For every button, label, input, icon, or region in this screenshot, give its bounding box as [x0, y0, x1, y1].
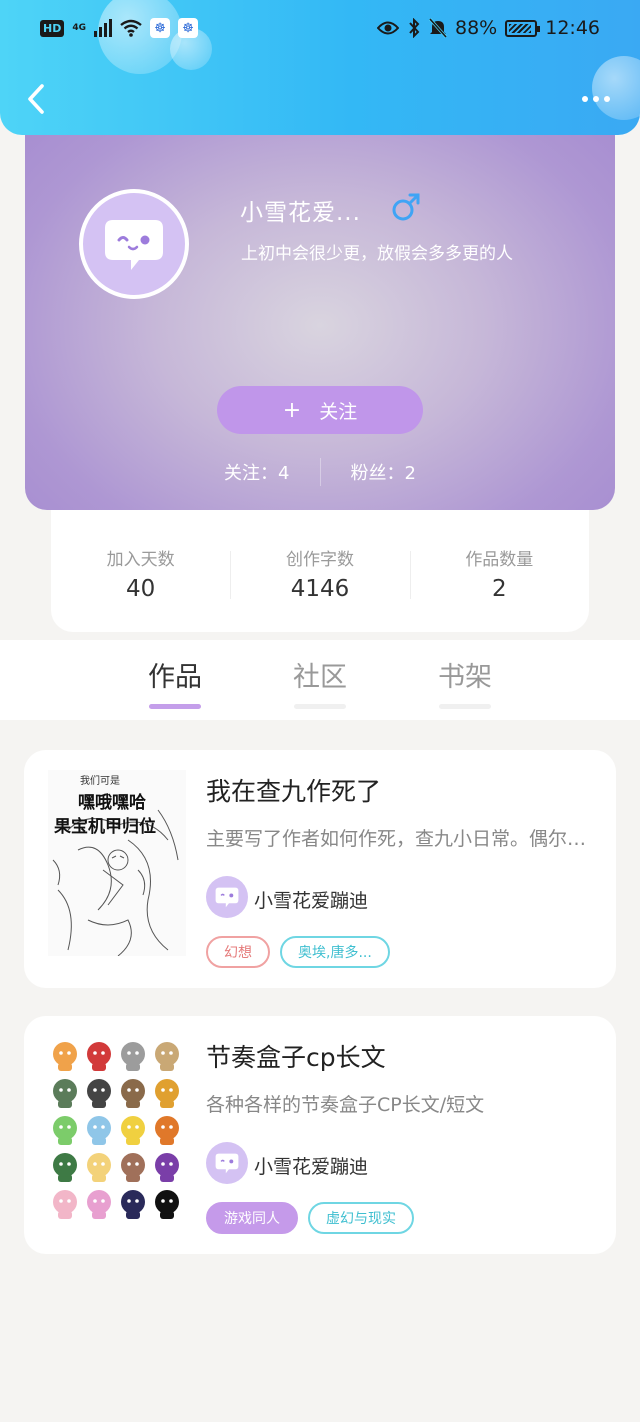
profile-header: 小雪花爱... 上初中会很少更，放假会多多更的人 + 关注 关注：4 粉丝：2	[25, 100, 615, 510]
eye-icon	[377, 21, 399, 35]
tab-indicator	[294, 704, 346, 709]
tab-bookshelf[interactable]: 书架	[415, 655, 515, 709]
avatar[interactable]	[79, 189, 189, 299]
genre-tag[interactable]: 幻想	[206, 936, 270, 968]
decor-bubble	[592, 56, 640, 120]
tab-indicator	[149, 704, 201, 709]
hd-icon: HD	[40, 19, 65, 37]
manga-sketch-cover: 我们可是 嘿哦嘿哈 果宝机甲归位	[48, 770, 186, 956]
stat-works-count: 作品数量 2	[409, 545, 589, 602]
plus-icon: +	[282, 397, 302, 423]
work-title[interactable]: 节奏盒子cp长文	[206, 1038, 386, 1074]
stat-value: 40	[126, 575, 156, 602]
genre-tag[interactable]: 奥埃,唐多...	[280, 936, 390, 968]
genre-tag[interactable]: 游戏同人	[206, 1202, 298, 1234]
username: 小雪花爱...	[240, 200, 361, 226]
work-title[interactable]: 我在查九作死了	[206, 772, 381, 808]
chat-bubble-face-icon	[215, 1153, 239, 1174]
top-bar: HD 4G ☸ ☸ 88% 12:46	[0, 0, 640, 135]
network-type: 4G	[72, 22, 86, 33]
work-cover-image[interactable]: 我们可是 嘿哦嘿哈 果宝机甲归位	[48, 770, 186, 956]
stat-label: 创作字数	[285, 549, 354, 570]
work-card[interactable]: 节奏盒子cp长文 各种各样的节奏盒子CP长文/短文 小雪花爱蹦迪 游戏同人 虚幻…	[24, 1016, 616, 1254]
author-name[interactable]: 小雪花爱蹦迪	[254, 1152, 368, 1179]
user-bio: 上初中会很少更，放假会多多更的人	[241, 244, 513, 264]
work-description: 各种各样的节奏盒子CP长文/短文	[206, 1094, 485, 1116]
tab-label: 书架	[438, 662, 492, 693]
follow-counts: 关注：4 粉丝：2	[25, 458, 615, 486]
following-count[interactable]: 关注：4	[224, 459, 289, 485]
more-options-icon[interactable]	[582, 96, 610, 102]
work-tags: 幻想 奥埃,唐多...	[206, 936, 390, 968]
signal-icon	[94, 19, 112, 37]
work-cover-image[interactable]	[48, 1036, 186, 1222]
follow-button-label: 关注	[319, 400, 358, 423]
battery-percent: 88%	[455, 17, 498, 39]
work-card[interactable]: 我们可是 嘿哦嘿哈 果宝机甲归位 我在查九作死了 主要写了作者如何作死，查九小日…	[24, 750, 616, 988]
chat-bubble-face-icon	[215, 887, 239, 908]
author-avatar[interactable]	[206, 876, 248, 918]
status-bar: HD 4G ☸ ☸ 88% 12:46	[40, 14, 600, 42]
followers-count[interactable]: 粉丝：2	[351, 459, 416, 485]
tab-label: 社区	[293, 662, 347, 693]
baidu-app-icon: ☸	[178, 18, 198, 38]
mute-bell-icon	[429, 18, 447, 38]
battery-icon	[505, 19, 541, 37]
divider	[319, 458, 321, 486]
stat-join-days: 加入天数 40	[51, 545, 230, 602]
stat-value: 2	[492, 575, 507, 602]
genre-tag[interactable]: 虚幻与现实	[308, 1202, 414, 1234]
chat-bubble-face-icon	[105, 220, 163, 270]
work-description: 主要写了作者如何作死，查九小日常。偶尔会加入一些别的内容	[206, 828, 596, 850]
work-tags: 游戏同人 虚幻与现实	[206, 1202, 414, 1234]
tab-works[interactable]: 作品	[125, 655, 225, 709]
cover-caption: 我们可是	[80, 774, 120, 787]
cover-caption: 果宝机甲归位	[54, 816, 156, 837]
author-avatar[interactable]	[206, 1142, 248, 1184]
stat-word-count: 创作字数 4146	[230, 545, 409, 602]
tab-label: 作品	[148, 662, 202, 693]
stat-label: 加入天数	[106, 549, 175, 570]
content-tabs: 作品 社区 书架	[0, 655, 640, 715]
stats-panel: 加入天数 40 创作字数 4146 作品数量 2	[51, 500, 589, 632]
author-name[interactable]: 小雪花爱蹦迪	[254, 886, 368, 913]
character-sticker-grid	[48, 1036, 186, 1222]
bluetooth-icon	[409, 18, 420, 38]
follow-button[interactable]: + 关注	[217, 386, 423, 434]
stat-label: 作品数量	[465, 549, 534, 570]
baidu-app-icon: ☸	[150, 18, 170, 38]
clock: 12:46	[545, 17, 600, 39]
tab-indicator	[439, 704, 491, 709]
tab-community[interactable]: 社区	[270, 655, 370, 709]
back-arrow-icon[interactable]	[22, 82, 56, 116]
wifi-icon	[120, 19, 142, 37]
cover-caption: 嘿哦嘿哈	[78, 792, 146, 813]
stat-value: 4146	[290, 575, 350, 602]
male-gender-icon	[392, 193, 420, 221]
